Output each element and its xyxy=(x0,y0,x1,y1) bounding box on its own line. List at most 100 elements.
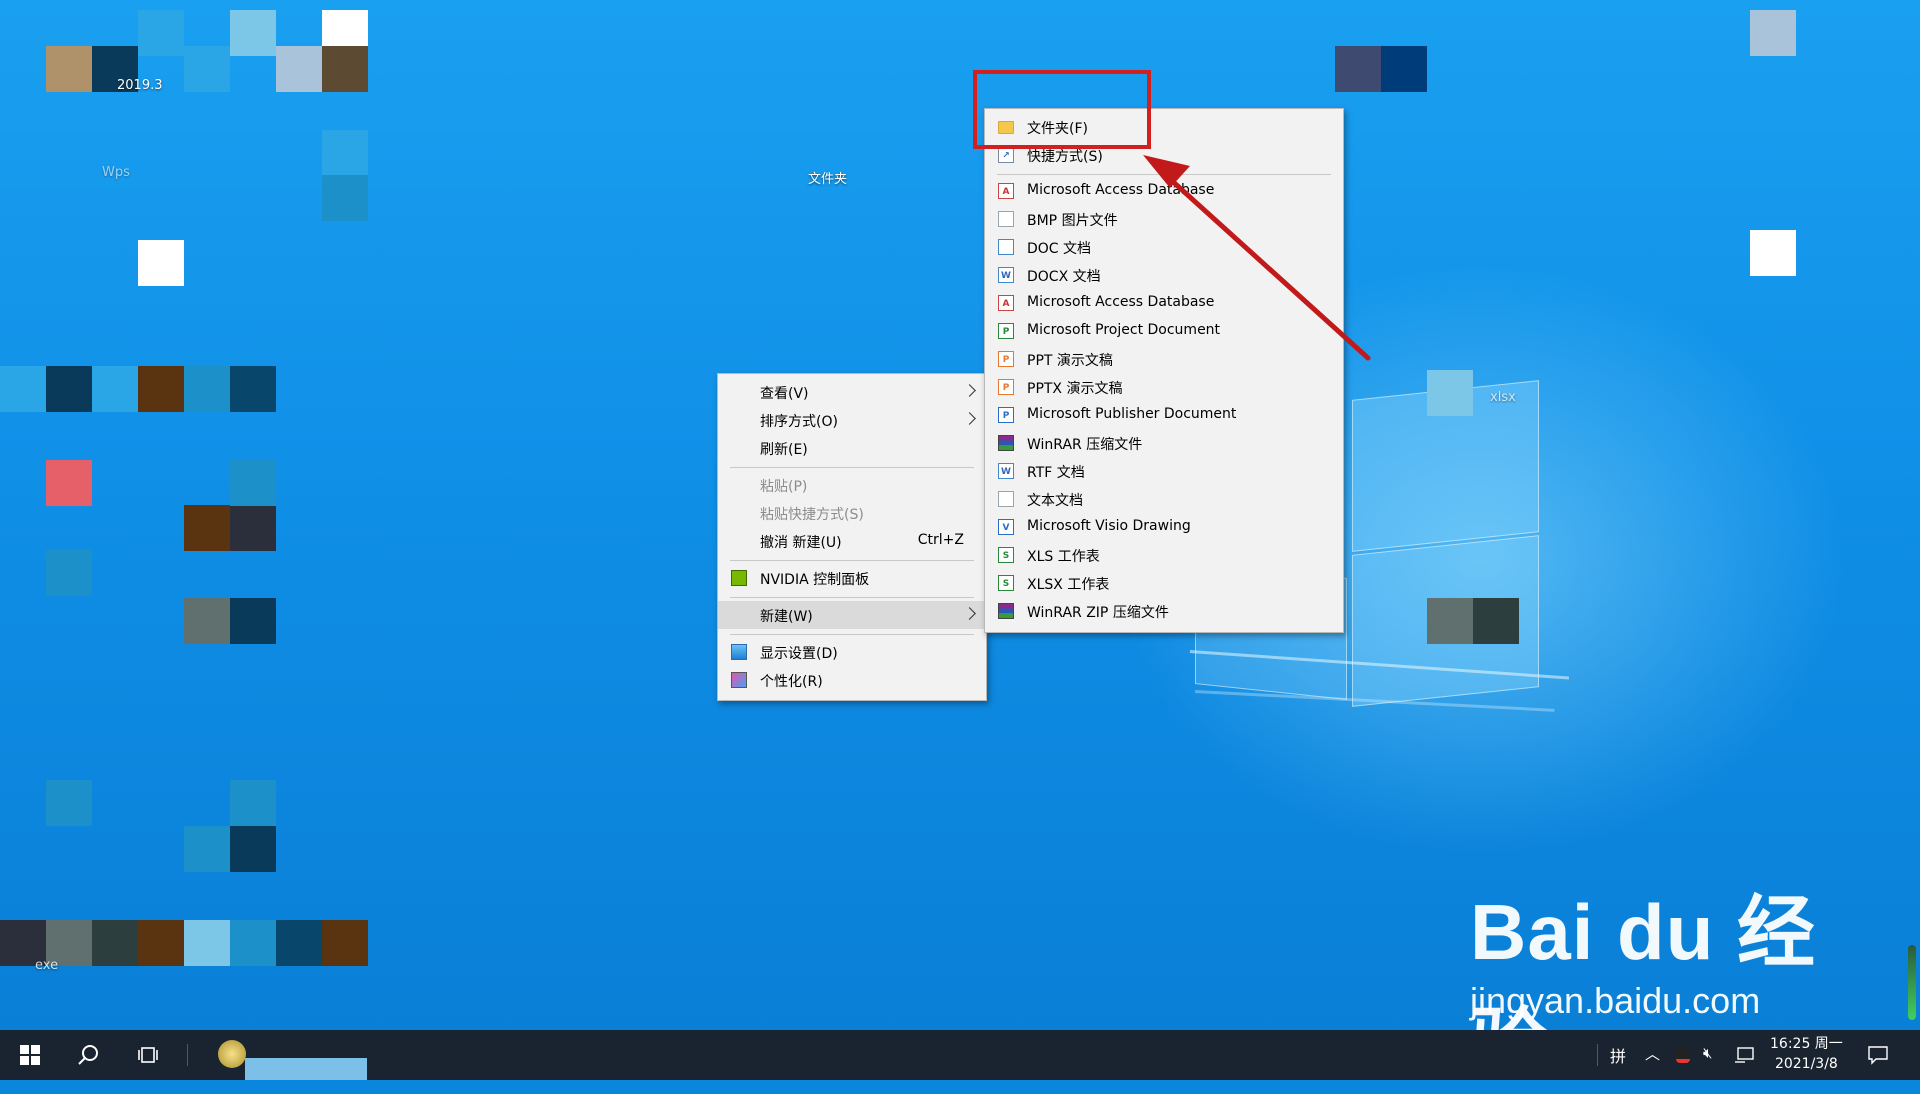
blurred-icon-block xyxy=(1381,46,1427,92)
chevron-up-icon[interactable]: ︿ xyxy=(1645,1043,1660,1064)
visio-icon: V xyxy=(998,519,1014,535)
submenu-item-publisher[interactable]: P Microsoft Publisher Document xyxy=(985,401,1343,429)
nvidia-icon xyxy=(731,570,747,586)
blurred-icon-block xyxy=(184,920,230,966)
blurred-icon-block xyxy=(230,920,276,966)
text-document-icon xyxy=(998,491,1014,507)
menu-item-refresh[interactable]: 刷新(E) xyxy=(718,434,986,462)
bmp-icon xyxy=(998,211,1014,227)
submenu-item-access-database[interactable]: A Microsoft Access Database xyxy=(985,289,1343,317)
blurred-icon-block xyxy=(184,826,230,872)
blurred-icon-block xyxy=(322,46,368,92)
blurred-icon-block xyxy=(92,366,138,412)
blurred-icon-block xyxy=(46,366,92,412)
menu-item-paste-shortcut[interactable]: 粘贴快捷方式(S) xyxy=(718,499,986,527)
menu-item-paste[interactable]: 粘贴(P) xyxy=(718,471,986,499)
taskbar-blurred-region xyxy=(245,1058,367,1080)
desktop-icon-label: 文件夹 xyxy=(808,172,848,187)
menu-item-personalize[interactable]: 个性化(R) xyxy=(718,666,986,694)
submenu-item-docx[interactable]: W DOCX 文档 xyxy=(985,261,1343,289)
side-indicator xyxy=(1908,945,1916,1020)
blurred-icon-block xyxy=(276,920,322,966)
pinned-app-icon[interactable] xyxy=(218,1040,246,1068)
menu-separator xyxy=(730,560,974,561)
submenu-item-xlsx[interactable]: S XLSX 工作表 xyxy=(985,569,1343,597)
submenu-item-winrar[interactable]: WinRAR 压缩文件 xyxy=(985,429,1343,457)
submenu-item-access-database[interactable]: A Microsoft Access Database xyxy=(985,177,1343,205)
display-settings-icon xyxy=(731,644,747,660)
system-clock[interactable]: 16:25 周一 2021/3/8 xyxy=(1770,1034,1843,1074)
blurred-icon-block xyxy=(138,920,184,966)
submenu-item-visio[interactable]: V Microsoft Visio Drawing xyxy=(985,513,1343,541)
watermark-url: jingyan.baidu.com xyxy=(1470,980,1761,1021)
clock-date: 2021/3/8 xyxy=(1774,1056,1838,1072)
rtf-icon: W xyxy=(998,463,1014,479)
menu-separator xyxy=(730,634,974,635)
chevron-right-icon xyxy=(963,384,976,397)
submenu-item-ppt[interactable]: P PPT 演示文稿 xyxy=(985,345,1343,373)
network-icon[interactable] xyxy=(1735,1047,1755,1063)
xlsx-icon: S xyxy=(998,575,1014,591)
menu-separator xyxy=(730,597,974,598)
blurred-icon-block xyxy=(276,46,322,92)
blurred-icon-block xyxy=(184,598,230,644)
baidu-watermark: Bai du 经验 jingyan.baidu.com xyxy=(1470,870,1890,1088)
project-icon: P xyxy=(998,323,1014,339)
task-view-icon[interactable] xyxy=(138,1045,160,1065)
taskbar: 拼 ︿ 🔇︎ xyxy=(0,1030,1920,1080)
winrar-icon xyxy=(998,435,1014,451)
menu-item-nvidia-control-panel[interactable]: NVIDIA 控制面板 xyxy=(718,564,986,592)
menu-item-view[interactable]: 查看(V) xyxy=(718,378,986,406)
clock-time: 16:25 周一 xyxy=(1770,1036,1843,1052)
desktop-context-menu: 查看(V) 排序方式(O) 刷新(E) 粘贴(P) 粘贴快捷方式(S) 撤消 新… xyxy=(717,373,987,701)
submenu-item-project[interactable]: P Microsoft Project Document xyxy=(985,317,1343,345)
personalize-icon xyxy=(731,672,747,688)
blurred-icon-block xyxy=(1427,598,1473,644)
menu-item-undo-new[interactable]: 撤消 新建(U) Ctrl+Z xyxy=(718,527,986,555)
chevron-right-icon xyxy=(963,412,976,425)
submenu-item-pptx[interactable]: P PPTX 演示文稿 xyxy=(985,373,1343,401)
blurred-icon-block xyxy=(230,366,276,412)
blurred-icon-block xyxy=(138,366,184,412)
action-center-icon[interactable] xyxy=(1868,1045,1888,1065)
menu-item-display-settings[interactable]: 显示设置(D) xyxy=(718,638,986,666)
desktop-icon-label: xlsx xyxy=(1490,390,1516,405)
blurred-icon-block xyxy=(322,920,368,966)
submenu-item-text-document[interactable]: 文本文档 xyxy=(985,485,1343,513)
submenu-item-winrar-zip[interactable]: WinRAR ZIP 压缩文件 xyxy=(985,597,1343,625)
blurred-icon-block xyxy=(184,46,230,92)
pptx-icon: P xyxy=(998,379,1014,395)
desktop-icon-label: 2019.3 xyxy=(117,78,163,93)
submenu-item-doc[interactable]: DOC 文档 xyxy=(985,233,1343,261)
blurred-icon-block xyxy=(230,460,276,506)
submenu-item-rtf[interactable]: W RTF 文档 xyxy=(985,457,1343,485)
blurred-icon-block xyxy=(0,366,46,412)
submenu-item-xls[interactable]: S XLS 工作表 xyxy=(985,541,1343,569)
qq-icon[interactable] xyxy=(1676,1047,1690,1063)
winrar-zip-icon xyxy=(998,603,1014,619)
menu-item-new[interactable]: 新建(W) xyxy=(718,601,986,629)
blurred-icon-block xyxy=(1473,598,1519,644)
desktop-icon-label: exe xyxy=(35,958,59,973)
menu-separator xyxy=(730,467,974,468)
search-icon[interactable] xyxy=(78,1044,100,1066)
blurred-icon-block xyxy=(1335,46,1381,92)
blurred-icon-block xyxy=(230,826,276,872)
volume-muted-icon[interactable]: 🔇︎ xyxy=(1703,1044,1712,1062)
blurred-icon-block xyxy=(1750,10,1796,56)
menu-item-sort-by[interactable]: 排序方式(O) xyxy=(718,406,986,434)
blurred-icon-block xyxy=(230,598,276,644)
ime-indicator[interactable]: 拼 xyxy=(1610,1043,1626,1067)
blurred-icon-block xyxy=(1427,370,1473,416)
docx-icon: W xyxy=(998,267,1014,283)
blurred-icon-block xyxy=(138,10,184,56)
doc-icon xyxy=(998,239,1014,255)
annotation-highlight-box xyxy=(973,70,1151,149)
blurred-icon-block xyxy=(322,130,368,176)
start-icon[interactable] xyxy=(20,1045,40,1065)
menu-separator xyxy=(997,174,1331,175)
access-icon: A xyxy=(998,183,1014,199)
submenu-item-bmp[interactable]: BMP 图片文件 xyxy=(985,205,1343,233)
publisher-icon: P xyxy=(998,407,1014,423)
taskbar-divider xyxy=(187,1044,188,1066)
